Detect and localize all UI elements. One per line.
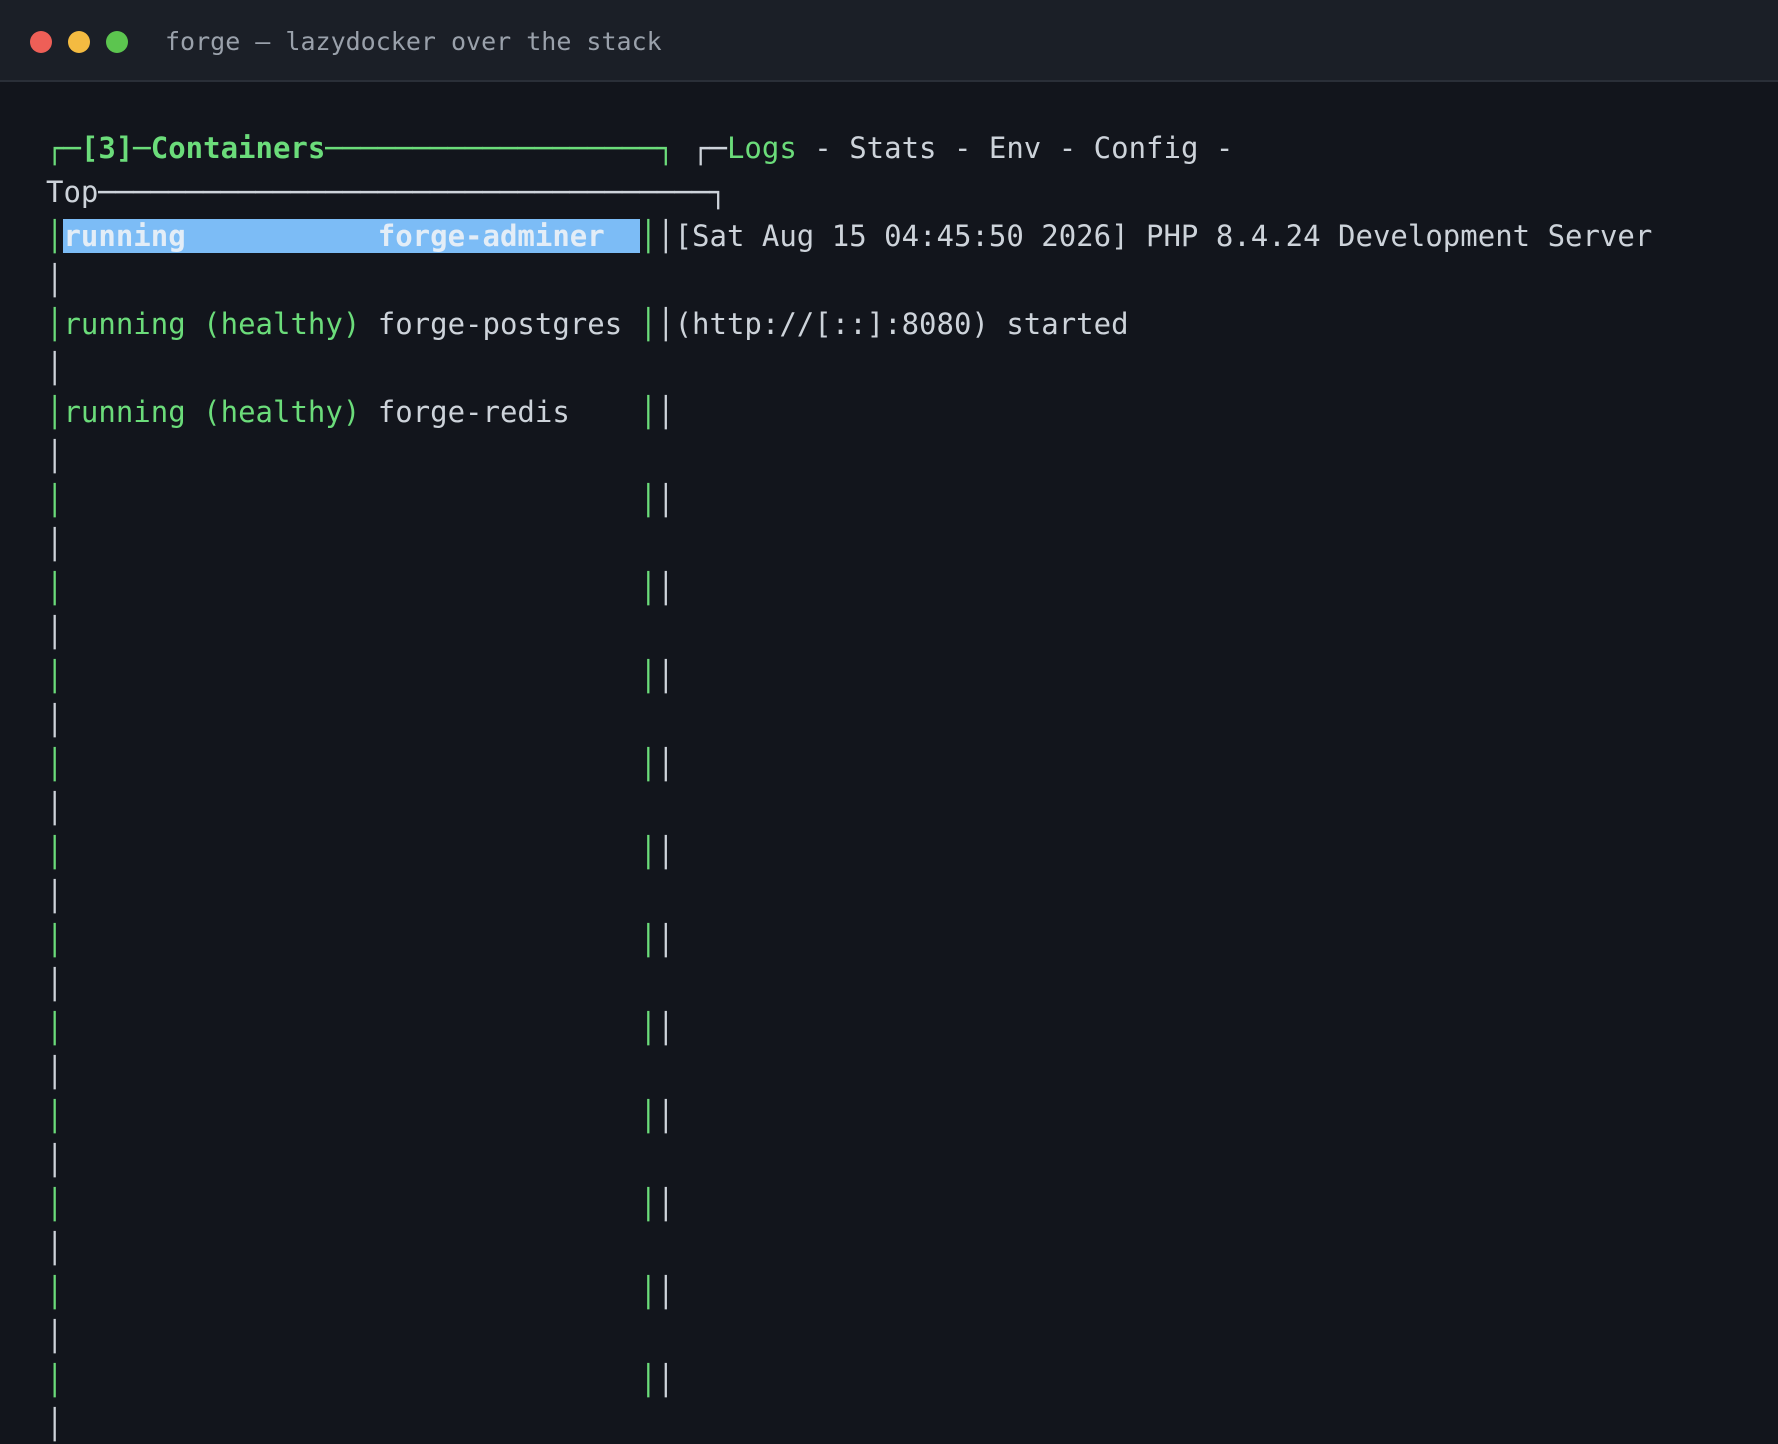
- empty-row: │ ││: [46, 1099, 675, 1133]
- container-row-forge-redis[interactable]: │running (healthy) forge-redis ││: [46, 390, 675, 434]
- empty-row: │ ││: [46, 923, 675, 957]
- detail-panel-border: ───────────────────────────────────┐: [98, 175, 727, 209]
- container-row-forge-adminer[interactable]: │running forge-adminer ││[Sat Aug 15 04:…: [46, 214, 1652, 258]
- zoom-window-button[interactable]: [106, 31, 128, 53]
- containers-panel-title[interactable]: [3]─Containers: [81, 131, 325, 165]
- containers-panel-border: ───────────────────┐: [325, 131, 675, 165]
- empty-row: │ ││: [46, 483, 675, 517]
- tab-separator: -: [1041, 131, 1094, 165]
- empty-row: │ ││: [46, 835, 675, 869]
- top-tab-row: Top───────────────────────────────────┐: [46, 170, 727, 214]
- detail-panel-border: ┌─: [692, 131, 727, 165]
- container-status-forge-postgres[interactable]: running (healthy): [63, 307, 360, 341]
- log-line: (http://[::]:8080) started: [674, 307, 1129, 341]
- window-title: forge — lazydocker over the stack: [165, 27, 662, 56]
- container-name-forge-adminer[interactable]: forge-adminer: [377, 219, 605, 253]
- minimize-window-button[interactable]: [68, 31, 90, 53]
- container-row-forge-postgres[interactable]: │running (healthy) forge-postgres ││(htt…: [46, 302, 1129, 346]
- tab-logs[interactable]: Logs: [727, 131, 797, 165]
- empty-row: │ ││: [46, 1275, 675, 1309]
- terminal-content: ┌─[3]─Containers───────────────────┐ ┌─L…: [0, 82, 1778, 1444]
- title-bar[interactable]: forge — lazydocker over the stack: [0, 0, 1778, 82]
- tab-stats[interactable]: Stats: [849, 131, 936, 165]
- tab-separator: -: [936, 131, 989, 165]
- container-name-forge-postgres[interactable]: forge-postgres: [378, 307, 622, 341]
- empty-row: │ ││: [46, 659, 675, 693]
- empty-row: │ ││: [46, 571, 675, 605]
- containers-panel-border: ┌─: [46, 131, 81, 165]
- panel-header-row: ┌─[3]─Containers───────────────────┐ ┌─L…: [46, 126, 1233, 170]
- close-window-button[interactable]: [30, 31, 52, 53]
- container-status-forge-redis[interactable]: running (healthy): [63, 395, 360, 429]
- tab-separator: -: [796, 131, 850, 165]
- tab-separator: -: [1198, 131, 1234, 165]
- container-status-forge-adminer[interactable]: running: [63, 219, 186, 253]
- log-line: [Sat Aug 15 04:45:50 2026] PHP 8.4.24 De…: [674, 219, 1653, 253]
- tab-top[interactable]: Top: [46, 175, 98, 209]
- empty-row: │ ││: [46, 1187, 675, 1221]
- tab-config[interactable]: Config: [1094, 131, 1199, 165]
- empty-row: │ ││: [46, 1363, 675, 1397]
- tab-env[interactable]: Env: [989, 131, 1041, 165]
- empty-row: │ ││: [46, 747, 675, 781]
- container-name-forge-redis[interactable]: forge-redis: [378, 395, 570, 429]
- terminal-window: forge — lazydocker over the stack ┌─[3]─…: [0, 0, 1778, 1444]
- empty-row: │ ││: [46, 1011, 675, 1045]
